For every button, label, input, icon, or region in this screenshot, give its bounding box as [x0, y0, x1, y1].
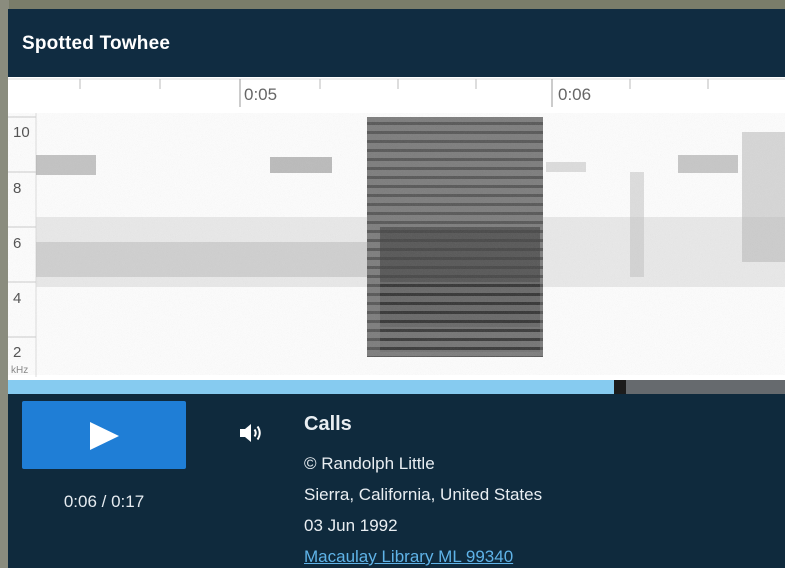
recording-location: Sierra, California, United States	[304, 485, 543, 504]
time-readout: 0:06 / 0:17	[63, 492, 145, 511]
catalog-link[interactable]: Macaulay Library ML 99340	[304, 541, 542, 568]
play-icon	[90, 422, 119, 450]
frequency-tick-label: 4	[13, 290, 22, 307]
player-title: Spotted Towhee	[22, 33, 171, 54]
backdrop	[0, 0, 785, 9]
frequency-tick-label: 6	[13, 235, 22, 252]
progress-fill	[8, 380, 614, 394]
audio-player-modal: Spotted Towhee 0:05 0:06 10 8 6 4 2 kHz …	[8, 9, 785, 568]
frequency-tick-label: 10	[13, 124, 30, 141]
progress-handle[interactable]	[614, 380, 626, 394]
time-tick-label: 0:06	[558, 85, 592, 104]
play-button[interactable]	[22, 401, 186, 469]
spectrogram[interactable]: 0:05 0:06 10 8 6 4 2 kHz	[8, 77, 785, 389]
frequency-tick-label: 2	[13, 344, 22, 361]
spectrogram-image	[8, 78, 785, 377]
volume-icon[interactable]	[238, 422, 266, 449]
recordist: © Randolph Little	[304, 454, 435, 473]
recording-type: Calls	[304, 413, 352, 435]
player-header: Spotted Towhee	[8, 9, 785, 77]
progress-bar[interactable]	[8, 380, 785, 394]
time-tick-label: 0:05	[244, 85, 278, 104]
recording-details: Calls © Randolph Little Sierra, Californ…	[304, 413, 542, 568]
frequency-tick-label: 8	[13, 180, 22, 197]
frequency-unit-label: kHz	[11, 365, 29, 376]
recording-date: 03 Jun 1992	[304, 516, 398, 535]
